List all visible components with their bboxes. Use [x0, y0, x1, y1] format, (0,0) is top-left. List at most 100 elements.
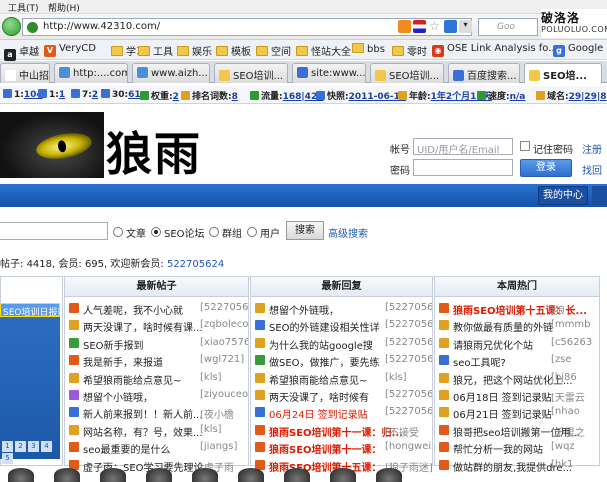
seo-metric[interactable]: 域名:29|29|8 — [536, 89, 607, 102]
browser-tab[interactable]: 中山招聘... — [0, 63, 50, 83]
seo-metric[interactable]: 速度:n/a — [477, 89, 525, 102]
seo-metric[interactable]: 30:61 — [101, 89, 141, 100]
bookmark-3[interactable]: 工具 — [138, 43, 173, 58]
browser-tab[interactable]: SEO培... — [524, 63, 602, 83]
avatar[interactable] — [376, 468, 402, 482]
thread-author[interactable]: [kls] — [200, 424, 222, 435]
list-item[interactable]: SEO的外链建设相关性详 [52270562... — [251, 317, 432, 334]
search-option-forum-radio[interactable] — [151, 227, 161, 237]
thread-author[interactable]: [c56263 — [551, 337, 592, 348]
search-option-user-radio[interactable] — [247, 227, 257, 237]
thread-title[interactable]: seo最重要的是什么 — [83, 441, 170, 456]
seo-metric[interactable]: 7:2 — [71, 89, 98, 100]
thread-author[interactable]: [千里之 — [551, 424, 585, 439]
thread-title[interactable]: SEO的外链建设相关性详 — [269, 319, 380, 334]
list-item[interactable]: 帮忙分析一我的网站 [wqz — [435, 439, 599, 456]
seo-metric[interactable]: 排名词数:8 — [181, 89, 238, 102]
browser-tab[interactable]: site:www... — [292, 63, 366, 83]
list-item[interactable]: 两天没课了，啥时候有 [52270562... — [251, 387, 432, 404]
seo-metric[interactable]: 1:1 — [38, 89, 65, 100]
thread-title[interactable]: 狼雨SEO培训第十一课： — [269, 441, 382, 456]
list-item[interactable]: 想留个小链哦， [ziyouceo] — [65, 387, 248, 404]
thread-title[interactable]: 希望狼雨能给点意见~ — [269, 372, 367, 387]
thread-title[interactable]: 希望狼雨能给点意见~ — [83, 372, 181, 387]
search-option-group[interactable]: 群组 — [222, 225, 242, 240]
browser-tab[interactable]: SEO培训... — [214, 63, 288, 83]
list-item[interactable]: 教你做最有质量的外链 [mmmb — [435, 317, 599, 334]
metric-value[interactable]: 29|29|8 — [569, 92, 607, 102]
account-input[interactable]: UID/用户名/Email — [413, 138, 513, 156]
thread-title[interactable]: 06月18日 签到记录贴 — [453, 389, 552, 404]
seo-metric[interactable]: 流量:168|426 — [250, 89, 323, 102]
star-icon[interactable]: ☆ — [428, 20, 441, 33]
avatar[interactable] — [330, 468, 356, 482]
thread-title[interactable]: 做SEO，做推广，要先练 — [269, 354, 380, 369]
list-item[interactable]: 想留个外链哦， [52270562... — [251, 300, 432, 317]
browser-tab[interactable]: SEO培训... — [370, 63, 444, 83]
search-engine-box[interactable]: Goo — [478, 18, 538, 36]
search-option-group-radio[interactable] — [209, 227, 219, 237]
thread-author[interactable]: [wqz — [551, 441, 575, 452]
slideshow-caption[interactable]: SEO培训日报口采的 — [0, 303, 60, 317]
site-logo-text[interactable]: 狼雨 — [106, 118, 202, 184]
thread-author[interactable]: [kls] — [385, 372, 407, 383]
list-item[interactable]: 为什么我的站google搜 [52270562... — [251, 335, 432, 352]
slideshow-panel[interactable]: SEO培训日报口采的 1234 5 — [0, 303, 60, 464]
list-item[interactable]: 狼雨SEO培训第十一课：[hongwei5... — [251, 439, 432, 456]
search-option-article[interactable]: 文章 — [126, 225, 146, 240]
metric-value[interactable]: 2 — [92, 90, 98, 100]
thread-author[interactable]: [ziyouceo] — [200, 389, 248, 400]
thread-title[interactable]: seo工具呢? — [453, 354, 506, 369]
search-button[interactable]: 搜索 — [286, 221, 324, 240]
bookmark-9[interactable]: 零时 — [392, 43, 427, 58]
thread-title[interactable]: 网站名称，有？号，效果... — [83, 424, 203, 439]
info-icon[interactable] — [444, 20, 457, 33]
thread-author[interactable]: [xiao7576... — [200, 337, 248, 348]
list-item[interactable]: 做SEO，做推广，要先练 [52270562... — [251, 352, 432, 369]
thread-author[interactable]: [天雷云 — [551, 389, 585, 404]
bookmark-4[interactable]: 娱乐 — [177, 43, 212, 58]
my-center-button[interactable]: 我的中心 ▾ — [538, 186, 588, 218]
thread-author[interactable]: [狼 — [551, 302, 565, 317]
password-input[interactable] — [413, 159, 513, 176]
thread-title[interactable]: SEO新手报到 — [83, 337, 144, 352]
thread-author[interactable]: [52270562... — [385, 354, 432, 365]
list-item[interactable]: 我是新手，来报道 [wgl721] — [65, 352, 248, 369]
list-item[interactable]: 狼雨SEO培训第十五课：长... [狼 — [435, 300, 599, 317]
thread-title[interactable]: 帮忙分析一我的网站 — [453, 441, 543, 456]
thread-title[interactable]: 狼雨SEO培训第十一课：归... — [269, 424, 403, 439]
list-item[interactable]: SEO新手报到 [xiao7576... — [65, 335, 248, 352]
thread-author[interactable]: [hongwei5... — [385, 441, 432, 452]
slide-page-button[interactable]: 1 — [2, 441, 13, 452]
search-option-user[interactable]: 用户 — [260, 225, 280, 240]
forum-search-input[interactable] — [0, 222, 108, 240]
list-item[interactable]: 06月21日 签到记录贴 [nhao — [435, 404, 599, 421]
search-option-forum[interactable]: SEO论坛 — [164, 225, 205, 240]
seo-metric[interactable]: 1:104 — [3, 89, 43, 100]
advanced-search-link[interactable]: 高级搜索 — [328, 225, 368, 240]
list-item[interactable]: 两天没课了，啥时候有课...[zqboleco... — [65, 317, 248, 334]
thread-author[interactable]: [52270562... — [385, 302, 432, 313]
slide-page-button[interactable]: 5 — [2, 453, 13, 464]
avatar[interactable] — [100, 468, 126, 482]
slide-page-button[interactable]: 2 — [15, 441, 26, 452]
browser-tab[interactable]: http:....com — [54, 63, 128, 83]
bookmark-5[interactable]: 模板 — [216, 43, 251, 58]
forward-icon[interactable] — [2, 17, 21, 36]
bookmark-10[interactable]: ◉ OSE Link Analysis fo... — [432, 43, 558, 57]
thread-title[interactable]: 想留个小链哦， — [83, 389, 153, 404]
thread-author[interactable]: [wgl721] — [200, 354, 244, 365]
thread-author[interactable]: [52270562... — [385, 337, 432, 348]
thread-title[interactable]: 狼雨SEO培训第十五课：长... — [453, 302, 587, 317]
thread-title[interactable]: 06月21日 签到记录贴 — [453, 406, 552, 421]
dropdown-icon[interactable]: ▾ — [459, 20, 472, 33]
remember-checkbox[interactable] — [520, 141, 530, 151]
thread-title[interactable]: 两天没课了，啥时候有 — [269, 389, 369, 404]
thread-author[interactable]: [zqboleco... — [200, 319, 248, 330]
browser-tab[interactable]: 百度搜索... — [448, 63, 520, 83]
list-item[interactable]: 希望狼雨能给点意见~ [kls] — [65, 370, 248, 387]
list-item[interactable]: 请狼雨兄优化个站 [c56263 — [435, 335, 599, 352]
thread-author[interactable]: [52270562... — [385, 389, 432, 400]
seo-metric[interactable]: 权重:2 — [140, 89, 179, 102]
avatar[interactable] — [146, 468, 172, 482]
